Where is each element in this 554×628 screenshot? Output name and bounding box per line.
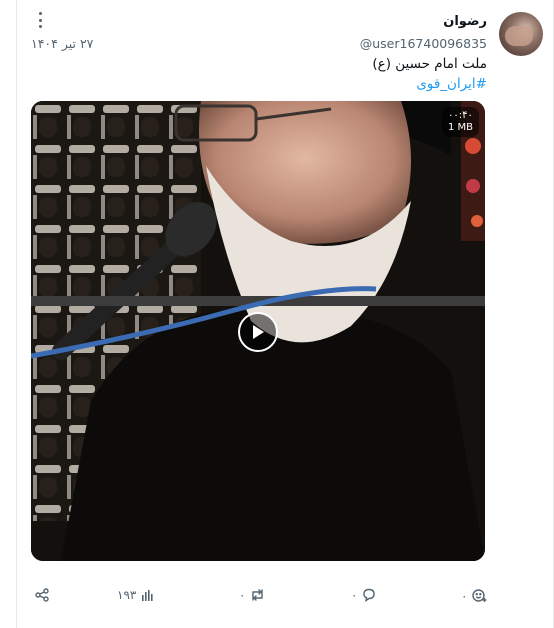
add-reaction-icon [472,588,487,603]
reply-icon [362,588,376,602]
reply-count: ۰ [351,588,358,602]
views-counter[interactable]: ۱۹۳ [117,588,153,602]
post-date: ۲۷ تیر ۱۴۰۴ [31,36,94,51]
video-info-badge: ۰۰:۴۰ 1 MB [441,107,479,137]
views-count: ۱۹۳ [117,588,137,602]
repost-button[interactable]: ۰ [239,588,265,602]
feed-column: رضوان @user16740096835 ۲۷ تیر ۱۴۰۴ ملت ا… [16,0,554,628]
video-size: 1 MB [447,122,473,133]
user-handle[interactable]: @user16740096835 [360,36,487,51]
post-text: ملت امام حسین (ع) [372,56,487,72]
share-icon [35,588,49,602]
avatar[interactable] [499,12,543,56]
display-name[interactable]: رضوان [443,14,487,29]
action-bar: ۱۹۳ ۰ ۰ ۰ [17,584,554,612]
hashtag-link[interactable]: #ایران_قوی [416,76,487,92]
avatar-image-detail [505,26,533,46]
play-icon[interactable] [238,312,278,352]
more-vertical-icon[interactable] [33,12,47,28]
views-icon [141,589,153,601]
video-player[interactable]: ۰۰:۴۰ 1 MB [31,101,485,561]
reaction-count: ۰ [461,588,468,603]
reaction-button[interactable]: ۰ [461,588,487,603]
repost-icon [250,588,265,602]
reply-button[interactable]: ۰ [351,588,376,602]
post-card[interactable]: رضوان @user16740096835 ۲۷ تیر ۱۴۰۴ ملت ا… [17,0,554,628]
video-duration: ۰۰:۴۰ [448,110,473,121]
repost-count: ۰ [239,588,246,602]
share-button[interactable] [35,588,49,602]
